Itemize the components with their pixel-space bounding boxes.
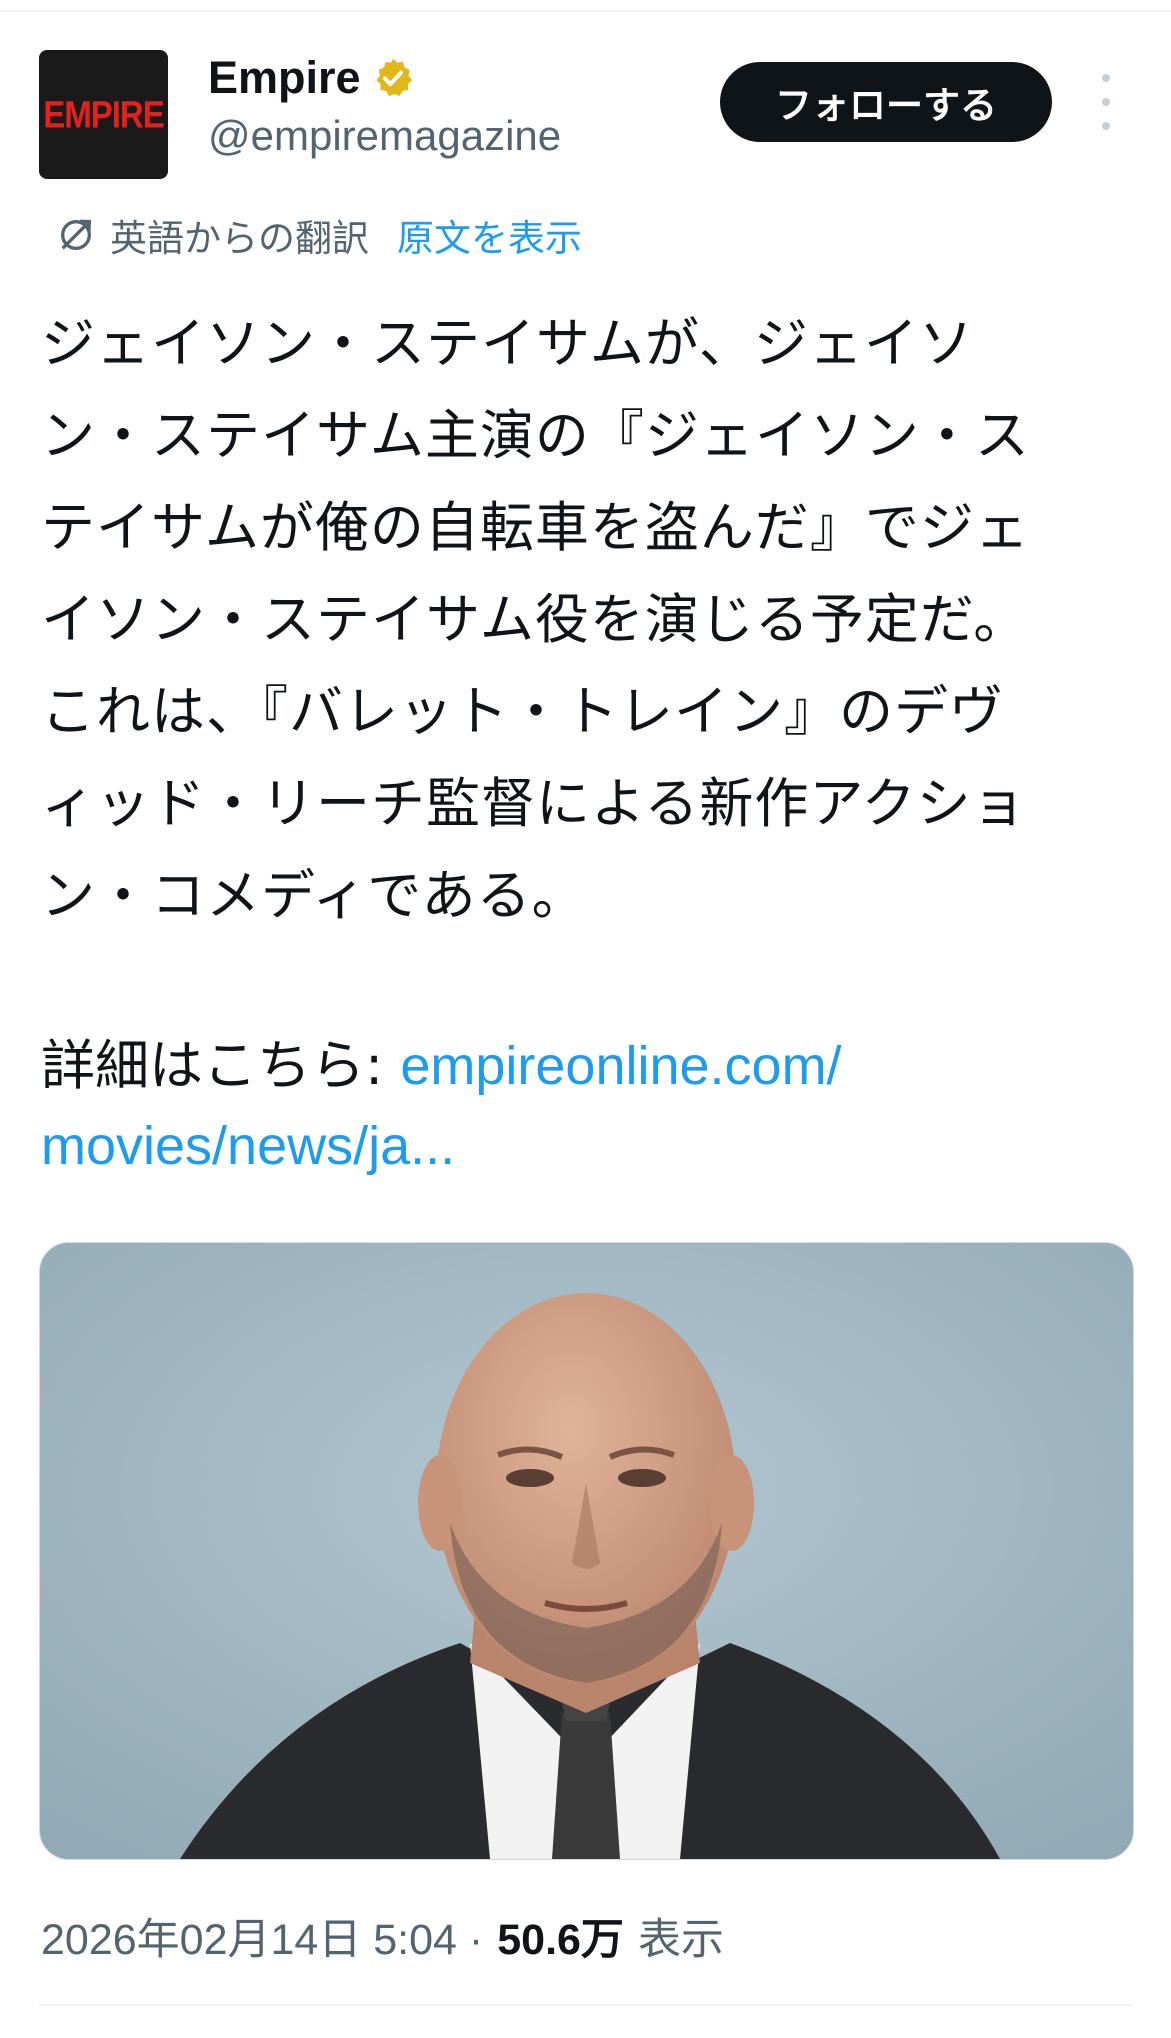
empire-logo: EMPIRE [43,92,165,136]
portrait-image [40,1243,1133,1859]
verified-badge-icon [376,58,412,96]
view-count: 50.6万 [497,1916,624,1964]
translation-row: 英語からの翻訳 原文を表示 [56,208,582,262]
author-name-row: Empire [208,52,415,104]
tweet-line: ン・コメディである。 [41,864,587,927]
tweet-line: ジェイソン・ステイサムが、ジェイソ [41,312,974,375]
tweet-photo[interactable] [39,1242,1134,1860]
tweet-text: ジェイソン・ステイサムが、ジェイソ ン・ステイサム主演の『ジェイソン・ス テイサ… [41,298,1131,942]
details-text: 詳細はこちら: empireonline.com/ movies/news/ja… [41,1026,1131,1186]
article-link-continued[interactable]: movies/news/ja... [41,1116,455,1176]
top-divider [0,10,1171,12]
more-dot-icon [1102,74,1110,82]
tweet-datetime[interactable]: 2026年02月14日 5:04 · [41,1905,483,1967]
more-dot-icon [1102,98,1110,106]
tweet-line: テイサムが俺の自転車を盗んだ』でジェ [41,496,1030,559]
show-original-link[interactable]: 原文を表示 [397,208,582,262]
tweet-line: ン・ステイサム主演の『ジェイソン・ス [41,404,1030,467]
avatar[interactable]: EMPIRE [39,50,168,179]
tweet-line: イソン・ステイサム役を演じる予定だ。 [41,588,1029,651]
tweet-line: ィッド・リーチ監督による新作アクショ [41,772,1027,835]
article-link[interactable]: empireonline.com/ [400,1036,841,1096]
details-prefix: 詳細はこちら: [41,1034,401,1097]
translate-icon [61,219,92,250]
view-count-label: 表示 [637,1916,724,1964]
translation-label: 英語からの翻訳 [110,217,369,260]
display-name[interactable]: Empire [208,52,361,104]
follow-button[interactable]: フォローする [720,62,1052,142]
more-options-button[interactable] [1086,74,1126,130]
bottom-divider [39,2004,1132,2006]
tweet-line: これは、『バレット・トレイン』のデヴ [41,680,1004,743]
tweet-meta: 2026年02月14日 5:04 · 50.6万 表示 [41,1905,724,1967]
user-handle[interactable]: @empiremagazine [208,112,561,160]
more-dot-icon [1102,122,1110,130]
